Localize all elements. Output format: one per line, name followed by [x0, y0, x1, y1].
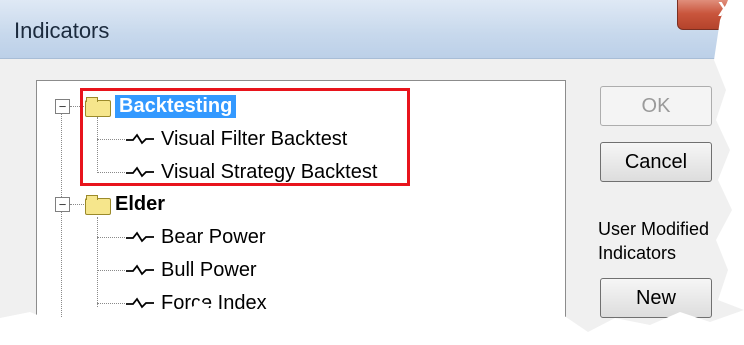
- torn-edge-overlay: [0, 0, 744, 345]
